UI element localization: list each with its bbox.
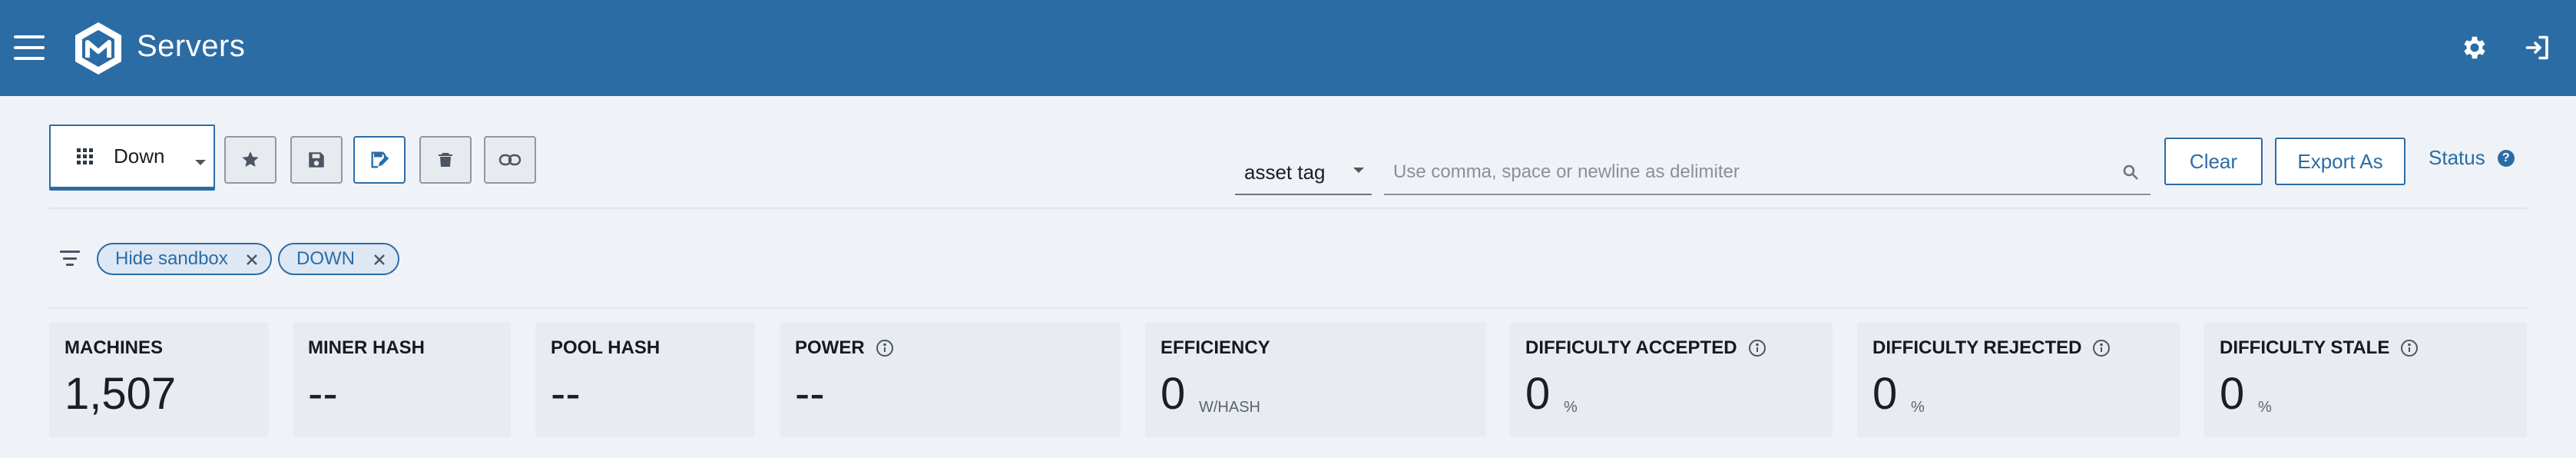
hamburger-menu-icon[interactable]	[14, 35, 45, 60]
stat-title-text: EFFICIENCY	[1161, 337, 1270, 358]
divider	[49, 207, 2527, 209]
field-select-value: asset tag	[1244, 160, 1326, 184]
stat-card-difficulty-rejected: DIFFICULTY REJECTED 0 %	[1857, 322, 2180, 437]
stat-unit: W/HASH	[1199, 399, 1260, 416]
filter-icon[interactable]	[60, 251, 80, 266]
stat-title-text: POOL HASH	[551, 337, 661, 358]
info-icon[interactable]	[876, 339, 894, 357]
view-select[interactable]: Down	[49, 124, 215, 191]
stat-title-text: MACHINES	[65, 337, 164, 358]
stat-title-text: DIFFICULTY ACCEPTED	[1525, 337, 1737, 358]
status-label: Status	[2429, 146, 2485, 169]
stat-value: 0	[1161, 369, 1186, 419]
stat-title: DIFFICULTY ACCEPTED	[1525, 337, 1766, 359]
chevron-down-icon	[1353, 168, 1364, 173]
star-icon	[242, 151, 259, 168]
trash-icon	[439, 153, 452, 167]
stat-title-text: POWER	[795, 337, 865, 358]
close-icon[interactable]	[244, 252, 260, 267]
stat-title: DIFFICULTY STALE	[2220, 337, 2419, 359]
filter-chip[interactable]: DOWN	[278, 243, 399, 275]
stat-value: 0	[1525, 369, 1551, 419]
stat-value: --	[308, 369, 338, 419]
filter-chip[interactable]: Hide sandbox	[97, 243, 272, 275]
save-icon	[309, 152, 324, 168]
stat-card-difficulty-accepted: DIFFICULTY ACCEPTED 0 %	[1510, 322, 1833, 437]
search-icon[interactable]	[2121, 163, 2140, 181]
stat-card-power: POWER --	[780, 322, 1121, 437]
stat-title: MACHINES	[65, 337, 163, 359]
grid-icon	[77, 148, 94, 165]
stat-title-text: MINER HASH	[308, 337, 425, 358]
stat-title: EFFICIENCY	[1161, 337, 1270, 359]
stat-value: 0	[1872, 369, 1898, 419]
export-as-button[interactable]: Export As	[2275, 138, 2405, 185]
stat-card-efficiency: EFFICIENCY 0 W/HASH	[1145, 322, 1486, 437]
save-button[interactable]	[290, 136, 343, 184]
stat-title: MINER HASH	[308, 337, 425, 359]
info-icon[interactable]	[1748, 339, 1766, 357]
logout-icon[interactable]	[2521, 31, 2554, 65]
search-input[interactable]	[1393, 157, 2084, 188]
stat-unit: %	[2258, 399, 2272, 416]
stat-card-miner-hash: MINER HASH --	[293, 322, 511, 437]
clear-button[interactable]: Clear	[2164, 138, 2263, 185]
stat-value: --	[795, 369, 825, 419]
info-icon[interactable]	[2092, 339, 2111, 357]
stat-card-pool-hash: POOL HASH --	[535, 322, 755, 437]
view-select-value: Down	[114, 144, 165, 168]
filter-chip-label: DOWN	[296, 248, 355, 269]
stat-title: DIFFICULTY REJECTED	[1872, 337, 2111, 359]
delete-button[interactable]	[419, 136, 472, 184]
gear-icon[interactable]	[2458, 31, 2492, 65]
stat-value: 1,507	[65, 369, 177, 419]
stat-title-text: DIFFICULTY STALE	[2220, 337, 2390, 358]
stat-title: POOL HASH	[551, 337, 660, 359]
link-button[interactable]	[484, 136, 536, 184]
stat-title: POWER	[795, 337, 894, 359]
cube-logo-icon[interactable]	[71, 21, 126, 76]
close-icon[interactable]	[372, 252, 387, 267]
stat-title-text: DIFFICULTY REJECTED	[1872, 337, 2082, 358]
save-as-button[interactable]	[353, 136, 406, 184]
link-icon	[498, 154, 521, 166]
info-icon[interactable]	[2400, 339, 2419, 357]
chevron-down-icon	[195, 160, 206, 165]
stat-unit: %	[1911, 399, 1925, 416]
stat-unit: %	[1564, 399, 1578, 416]
page-title: Servers	[137, 29, 246, 63]
edit-save-icon	[371, 151, 389, 168]
favorite-button[interactable]	[224, 136, 276, 184]
stat-card-difficulty-stale: DIFFICULTY STALE 0 %	[2204, 322, 2527, 437]
filter-chip-label: Hide sandbox	[115, 248, 228, 269]
top-app-bar: Servers	[0, 0, 2576, 96]
stat-value: --	[551, 369, 581, 419]
field-select[interactable]: asset tag	[1235, 151, 1372, 195]
help-icon[interactable]: ?	[2497, 149, 2515, 167]
status-link[interactable]: Status ?	[2429, 146, 2515, 170]
search-box	[1384, 151, 2151, 195]
divider	[49, 307, 2527, 309]
stat-value: 0	[2220, 369, 2245, 419]
stat-card-machines: MACHINES 1,507	[49, 322, 269, 437]
